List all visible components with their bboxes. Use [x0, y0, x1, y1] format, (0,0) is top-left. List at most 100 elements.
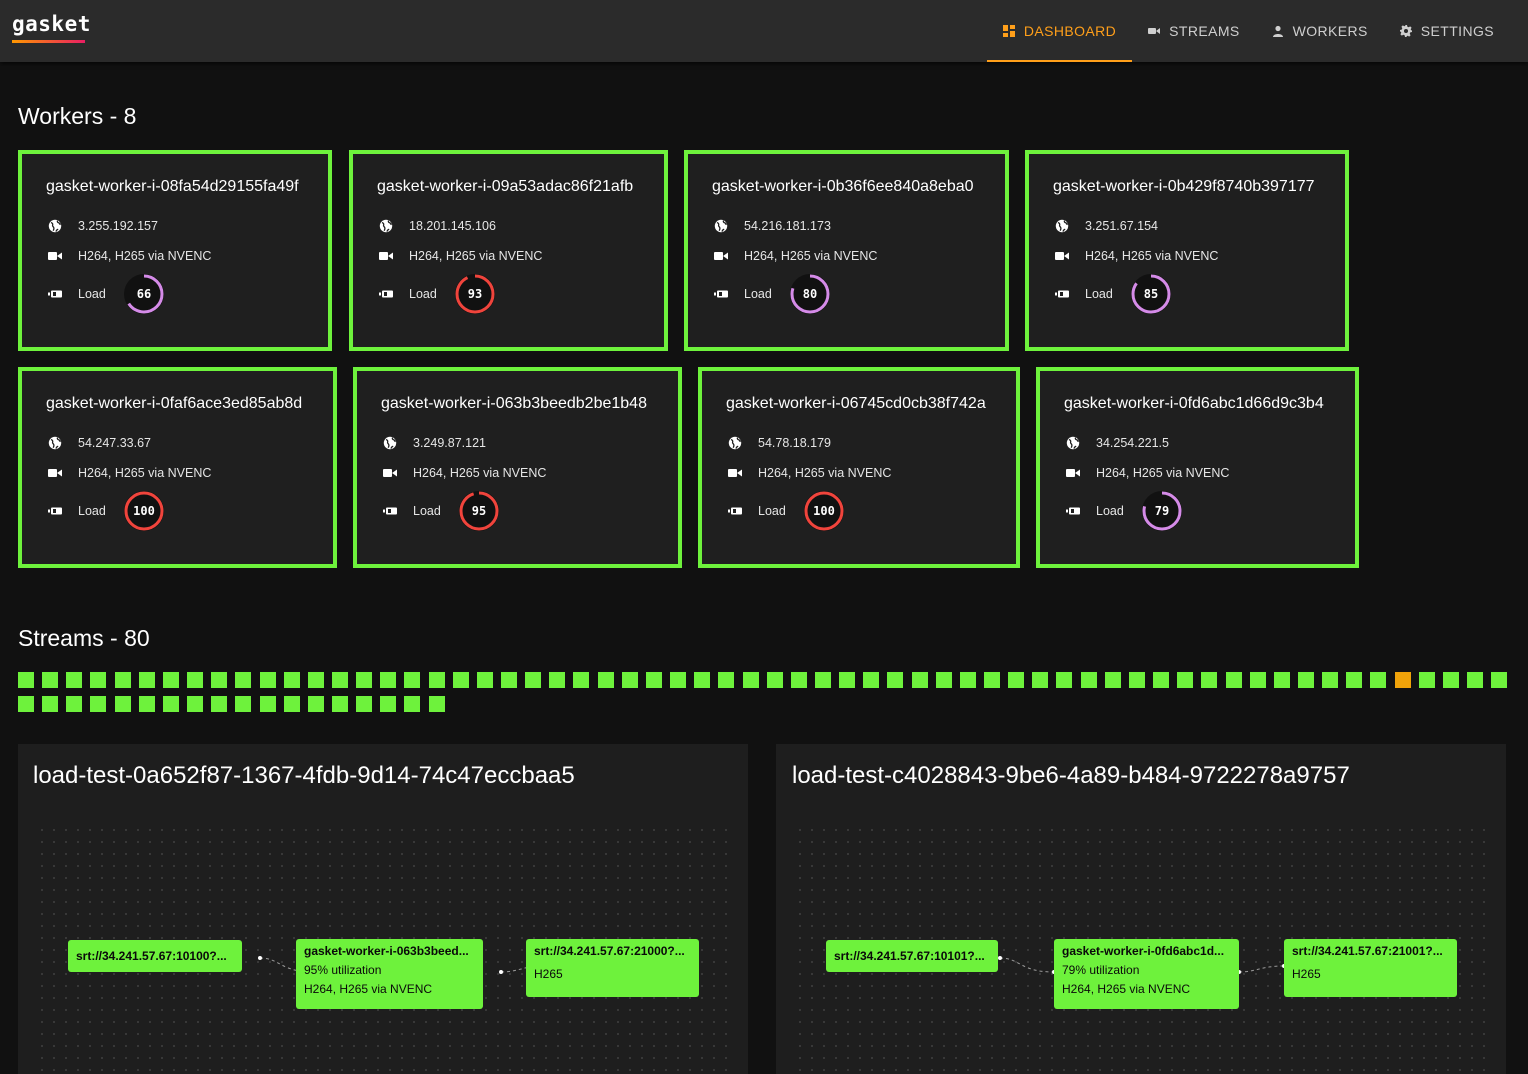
stream-status-square[interactable]: [718, 672, 735, 688]
stream-status-square[interactable]: [1128, 672, 1145, 688]
stream-status-square[interactable]: [162, 696, 179, 712]
stream-status-square[interactable]: [766, 672, 783, 688]
stream-status-square[interactable]: [887, 672, 904, 688]
stream-status-square[interactable]: [138, 696, 155, 712]
stream-status-square[interactable]: [1153, 672, 1170, 688]
stream-status-square[interactable]: [356, 696, 373, 712]
stream-status-square[interactable]: [307, 696, 324, 712]
stream-status-square[interactable]: [1008, 672, 1025, 688]
stream-status-square[interactable]: [235, 672, 252, 688]
nav-tab-settings[interactable]: SETTINGS: [1384, 0, 1510, 62]
stream-status-square[interactable]: [935, 672, 952, 688]
stream-status-square[interactable]: [959, 672, 976, 688]
stream-status-square[interactable]: [428, 672, 445, 688]
stream-status-square[interactable]: [380, 696, 397, 712]
stream-status-square[interactable]: [476, 672, 493, 688]
nav-tab-streams[interactable]: STREAMS: [1132, 0, 1255, 62]
stream-status-square[interactable]: [187, 672, 204, 688]
stream-status-square[interactable]: [1322, 672, 1339, 688]
worker-card[interactable]: gasket-worker-i-063b3beedb2be1b48 3.249.…: [353, 367, 682, 568]
worker-card[interactable]: gasket-worker-i-0fd6abc1d66d9c3b4 34.254…: [1036, 367, 1359, 568]
stream-status-square[interactable]: [645, 672, 662, 688]
output-node[interactable]: srt://34.241.57.67:21000?... H265: [526, 939, 699, 997]
stream-status-square[interactable]: [452, 672, 469, 688]
stream-status-square[interactable]: [1201, 672, 1218, 688]
stream-status-square[interactable]: [1442, 672, 1459, 688]
stream-status-square[interactable]: [42, 672, 59, 688]
worker-card[interactable]: gasket-worker-i-0faf6ace3ed85ab8d 54.247…: [18, 367, 337, 568]
stream-status-square[interactable]: [1370, 672, 1387, 688]
stream-status-square[interactable]: [114, 672, 131, 688]
stream-status-square[interactable]: [694, 672, 711, 688]
stream-status-square[interactable]: [283, 696, 300, 712]
stream-status-square[interactable]: [911, 672, 928, 688]
stream-status-square[interactable]: [1394, 672, 1411, 688]
stream-status-square[interactable]: [259, 696, 276, 712]
stream-card[interactable]: load-test-c4028843-9be6-4a89-b484-972227…: [776, 744, 1506, 1074]
stream-status-square[interactable]: [1249, 672, 1266, 688]
worker-card[interactable]: gasket-worker-i-08fa54d29155fa49f 3.255.…: [18, 150, 332, 351]
stream-status-square[interactable]: [790, 672, 807, 688]
worker-card[interactable]: gasket-worker-i-0b429f8740b397177 3.251.…: [1025, 150, 1349, 351]
stream-status-square[interactable]: [984, 672, 1000, 688]
stream-status-square[interactable]: [1346, 672, 1363, 688]
app-logo[interactable]: gasket: [12, 12, 91, 36]
worker-node[interactable]: gasket-worker-i-063b3beed... 95% utiliza…: [296, 939, 483, 1009]
stream-status-square[interactable]: [1491, 672, 1508, 688]
stream-status-square[interactable]: [162, 672, 179, 688]
stream-status-square[interactable]: [18, 696, 34, 712]
stream-status-square[interactable]: [42, 696, 59, 712]
worker-card[interactable]: gasket-worker-i-09a53adac86f21afb 18.201…: [349, 150, 668, 351]
stream-status-square[interactable]: [331, 672, 348, 688]
stream-status-square[interactable]: [814, 672, 831, 688]
stream-status-square[interactable]: [839, 672, 856, 688]
output-node[interactable]: srt://34.241.57.67:21001?... H265: [1284, 939, 1457, 997]
stream-status-square[interactable]: [211, 696, 228, 712]
stream-status-square[interactable]: [187, 696, 204, 712]
stream-status-square[interactable]: [1418, 672, 1435, 688]
worker-node[interactable]: gasket-worker-i-0fd6abc1d... 79% utiliza…: [1054, 939, 1239, 1009]
stream-status-square[interactable]: [331, 696, 348, 712]
stream-status-square[interactable]: [1032, 672, 1049, 688]
stream-status-square[interactable]: [1225, 672, 1242, 688]
stream-status-square[interactable]: [549, 672, 566, 688]
stream-status-square[interactable]: [501, 672, 517, 688]
stream-status-square[interactable]: [1467, 672, 1483, 688]
input-node[interactable]: srt://34.241.57.67:10101?...: [826, 940, 998, 972]
stream-status-square[interactable]: [404, 672, 421, 688]
stream-status-square[interactable]: [66, 672, 83, 688]
stream-status-square[interactable]: [283, 672, 300, 688]
stream-status-square[interactable]: [404, 696, 421, 712]
stream-status-square[interactable]: [1056, 672, 1073, 688]
nav-tab-dashboard[interactable]: DASHBOARD: [986, 0, 1133, 62]
stream-status-square[interactable]: [1104, 672, 1121, 688]
stream-status-square[interactable]: [1273, 672, 1290, 688]
stream-status-square[interactable]: [863, 672, 880, 688]
stream-card[interactable]: load-test-0a652f87-1367-4fdb-9d14-74c47e…: [18, 744, 748, 1074]
stream-status-square[interactable]: [307, 672, 324, 688]
stream-status-square[interactable]: [66, 696, 83, 712]
stream-status-square[interactable]: [1080, 672, 1097, 688]
stream-status-square[interactable]: [211, 672, 228, 688]
stream-status-square[interactable]: [90, 672, 107, 688]
stream-status-square[interactable]: [670, 672, 687, 688]
stream-status-square[interactable]: [380, 672, 397, 688]
stream-status-square[interactable]: [573, 672, 590, 688]
stream-status-square[interactable]: [621, 672, 638, 688]
input-node[interactable]: srt://34.241.57.67:10100?...: [68, 940, 242, 972]
stream-status-square[interactable]: [525, 672, 542, 688]
stream-status-square[interactable]: [235, 696, 252, 712]
stream-status-square[interactable]: [1177, 672, 1194, 688]
stream-status-square[interactable]: [138, 672, 155, 688]
stream-status-square[interactable]: [1297, 672, 1314, 688]
stream-status-square[interactable]: [742, 672, 759, 688]
worker-card[interactable]: gasket-worker-i-06745cd0cb38f742a 54.78.…: [698, 367, 1020, 568]
stream-status-square[interactable]: [114, 696, 131, 712]
stream-status-square[interactable]: [428, 696, 445, 712]
stream-status-square[interactable]: [18, 672, 34, 688]
stream-status-square[interactable]: [597, 672, 614, 688]
nav-tab-workers[interactable]: WORKERS: [1256, 0, 1384, 62]
stream-status-square[interactable]: [90, 696, 107, 712]
stream-status-square[interactable]: [259, 672, 276, 688]
stream-status-square[interactable]: [356, 672, 373, 688]
